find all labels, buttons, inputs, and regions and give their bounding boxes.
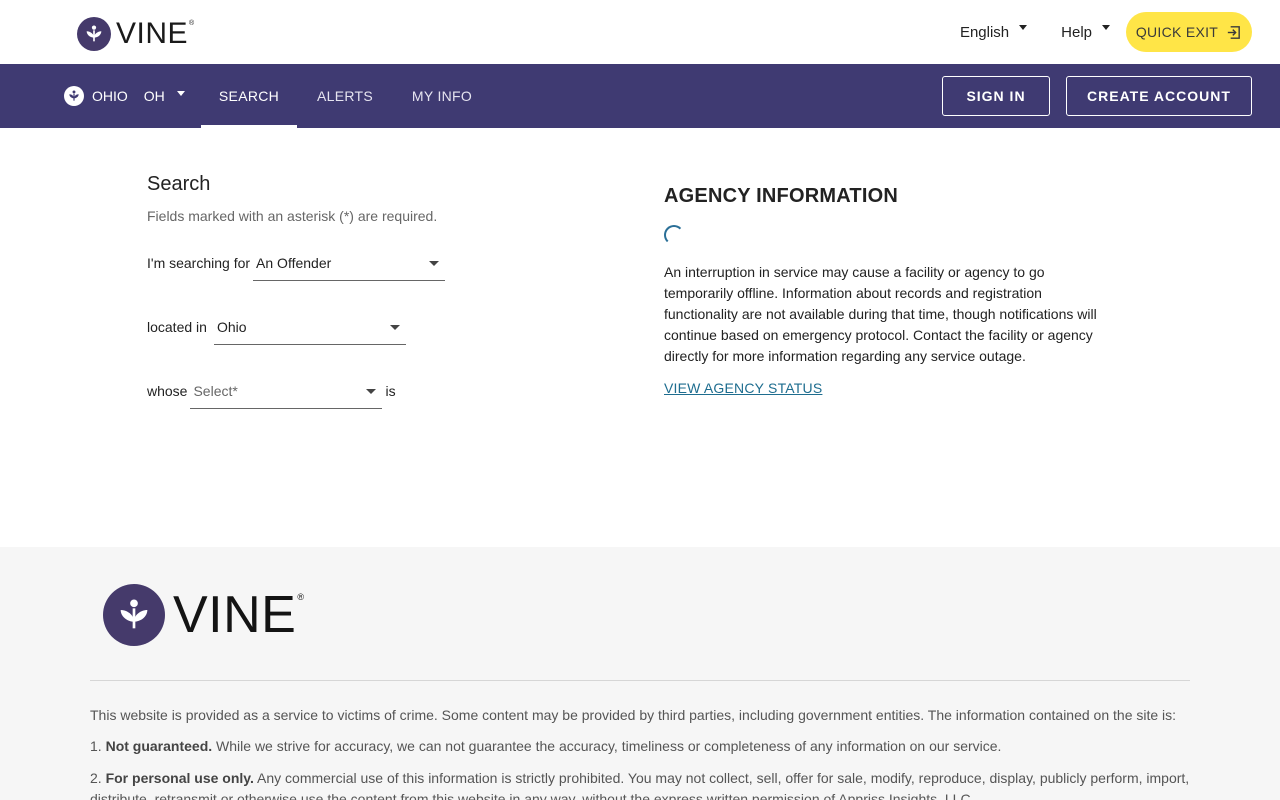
chevron-down-icon bbox=[1102, 24, 1110, 30]
vine-logo-icon bbox=[77, 17, 111, 51]
chevron-down-icon bbox=[429, 261, 440, 266]
help-label: Help bbox=[1061, 23, 1092, 41]
language-selector[interactable]: English bbox=[959, 23, 1028, 41]
exit-icon bbox=[1228, 25, 1241, 39]
top-header: VINE® English Help QUICK EXIT bbox=[0, 0, 1280, 64]
chevron-down-icon bbox=[1019, 24, 1028, 30]
located-in-label: located in bbox=[147, 319, 207, 335]
vine-logo-text: VINE® bbox=[116, 17, 195, 50]
vine-logo[interactable]: VINE® bbox=[77, 17, 195, 51]
search-heading: Search bbox=[147, 173, 211, 195]
is-label: is bbox=[385, 383, 396, 399]
help-menu[interactable]: Help bbox=[1061, 24, 1110, 41]
tab-search[interactable]: SEARCH bbox=[201, 64, 297, 128]
required-note: Fields marked with an asterisk (*) are r… bbox=[147, 208, 438, 224]
footer-logo-text: VINE® bbox=[173, 586, 305, 644]
loading-spinner-icon bbox=[664, 225, 684, 245]
located-in-row: located in Ohio bbox=[147, 309, 406, 345]
searching-for-row: I'm searching for An Offender bbox=[147, 245, 446, 281]
tab-alerts[interactable]: ALERTS bbox=[305, 64, 385, 128]
located-in-select[interactable]: Ohio bbox=[213, 309, 406, 345]
quick-exit-button[interactable]: QUICK EXIT bbox=[1126, 12, 1252, 52]
footer-item-2: 2. For personal use only. Any commercial… bbox=[90, 770, 1190, 800]
state-selector[interactable]: OHIO OH bbox=[64, 86, 185, 106]
agency-heading: AGENCY INFORMATION bbox=[664, 185, 898, 207]
chevron-down-icon bbox=[366, 389, 377, 394]
footer: VINE® This website is provided as a serv… bbox=[0, 547, 1280, 800]
quick-exit-label: QUICK EXIT bbox=[1135, 24, 1219, 40]
view-agency-status-link[interactable]: VIEW AGENCY STATUS bbox=[664, 380, 822, 396]
footer-divider bbox=[90, 680, 1190, 681]
chevron-down-icon bbox=[389, 325, 400, 330]
vine-leaf-icon bbox=[64, 86, 84, 106]
footer-vine-logo[interactable]: VINE® bbox=[103, 584, 305, 646]
main-nav: OHIO OH SEARCH ALERTS MY INFO SIGN IN CR… bbox=[0, 64, 1280, 128]
state-name: OHIO bbox=[92, 88, 128, 104]
tab-my-info[interactable]: MY INFO bbox=[400, 64, 484, 128]
searching-for-select[interactable]: An Offender bbox=[253, 245, 446, 281]
language-label: English bbox=[959, 23, 1010, 41]
whose-row: whose Select* is bbox=[147, 373, 396, 409]
state-abbr: OH bbox=[143, 88, 165, 104]
footer-item-1: 1. Not guaranteed. While we strive for a… bbox=[90, 738, 1002, 754]
create-account-button[interactable]: CREATE ACCOUNT bbox=[1066, 76, 1252, 116]
sign-in-button[interactable]: SIGN IN bbox=[942, 76, 1050, 116]
whose-label: whose bbox=[147, 383, 188, 399]
whose-select[interactable]: Select* bbox=[190, 373, 383, 409]
footer-intro: This website is provided as a service to… bbox=[90, 707, 1177, 723]
vine-logo-icon bbox=[103, 584, 165, 646]
chevron-down-icon bbox=[176, 90, 185, 96]
searching-for-label: I'm searching for bbox=[147, 255, 251, 271]
agency-description: An interruption in service may cause a f… bbox=[664, 264, 1097, 364]
